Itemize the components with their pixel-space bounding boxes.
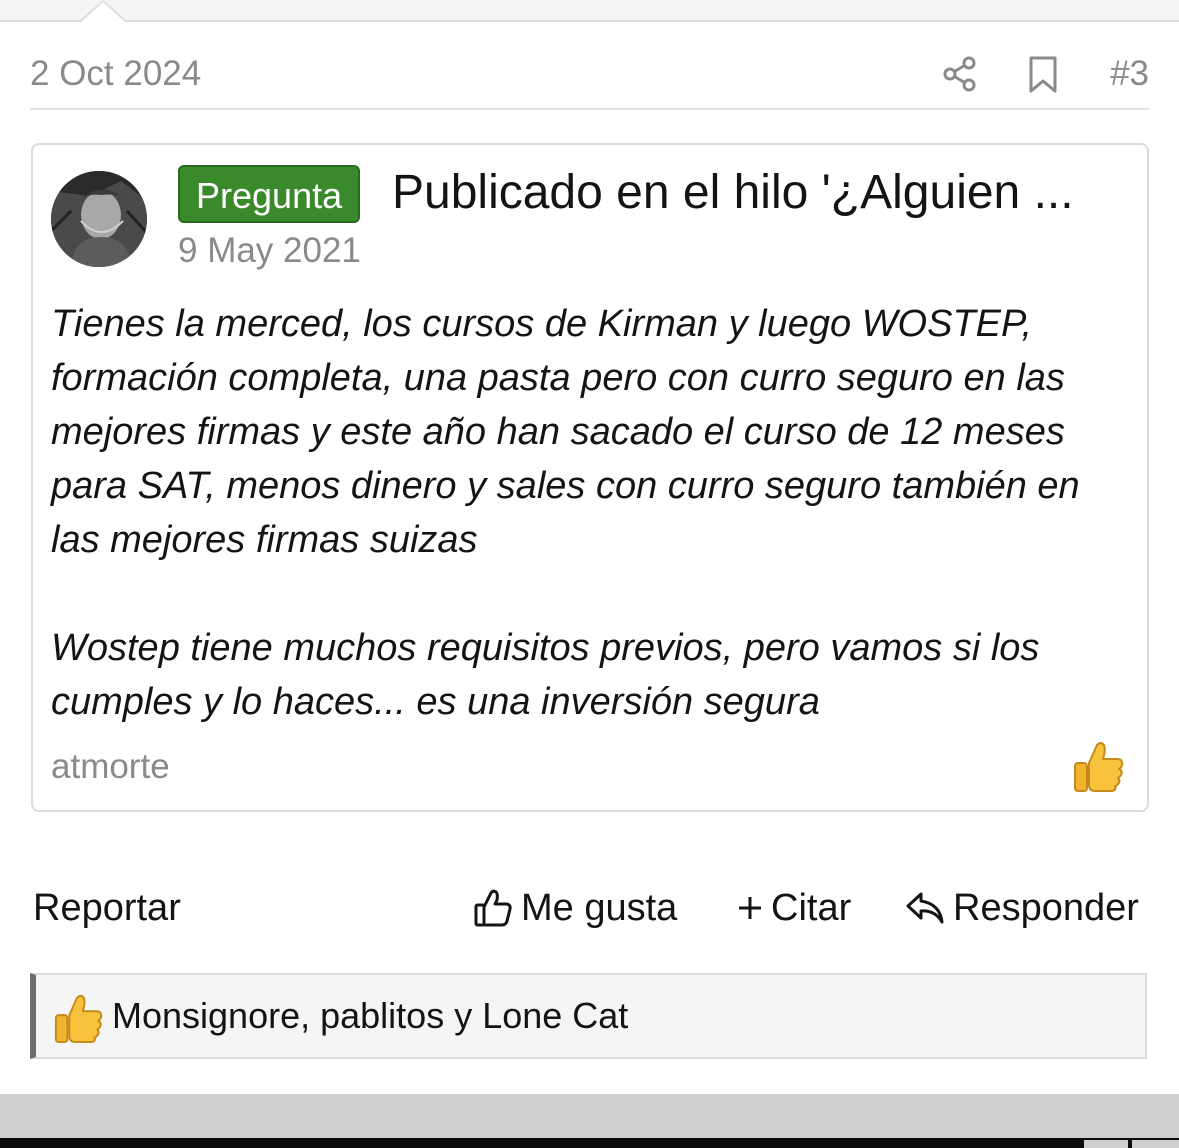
quote-title[interactable]: Publicado en el hilo '¿Alguien ...	[392, 163, 1132, 223]
top-strip	[0, 0, 1179, 22]
report-button[interactable]: Reportar	[33, 880, 181, 936]
quote-paragraph: Tienes la merced, los cursos de Kirman y…	[51, 303, 1080, 561]
like-button[interactable]: Me gusta	[473, 880, 677, 936]
quote-date: 9 May 2021	[178, 231, 361, 270]
post-date[interactable]: 2 Oct 2024	[30, 54, 201, 94]
quote-card: Pregunta Publicado en el hilo '¿Alguien …	[31, 143, 1149, 812]
reply-button[interactable]: Responder	[905, 880, 1139, 936]
thumbs-up-icon[interactable]	[1071, 739, 1125, 793]
post-header: 2 Oct 2024 #3	[30, 50, 1149, 110]
bottom-edge-segment	[1132, 1140, 1179, 1148]
post-number[interactable]: #3	[1110, 54, 1149, 94]
share-icon[interactable]	[942, 56, 978, 92]
report-label: Reportar	[33, 886, 181, 929]
bookmark-icon[interactable]	[1026, 56, 1060, 94]
quote-body: Tienes la merced, los cursos de Kirman y…	[51, 297, 1131, 729]
likes-summary[interactable]: Monsignore, pablitos y Lone Cat	[30, 973, 1147, 1059]
thumbs-up-icon	[52, 992, 104, 1044]
quote-paragraph: Wostep tiene muchos requisitos previos, …	[51, 627, 1040, 723]
like-label: Me gusta	[521, 886, 678, 929]
reply-icon	[906, 892, 944, 924]
reply-label: Responder	[953, 886, 1139, 929]
quote-button[interactable]: Citar	[737, 880, 851, 936]
plus-icon	[739, 897, 761, 919]
quote-author[interactable]: atmorte	[51, 747, 170, 787]
top-notch	[78, 0, 128, 23]
likes-text[interactable]: Monsignore, pablitos y Lone Cat	[112, 995, 628, 1037]
bottom-edge-segment	[1084, 1140, 1128, 1148]
question-badge[interactable]: Pregunta	[178, 165, 361, 223]
thumbs-up-icon	[474, 889, 512, 927]
quote-label: Citar	[771, 886, 852, 929]
post-actions: Reportar Me gusta Citar Responder	[33, 880, 1147, 936]
avatar[interactable]	[51, 171, 147, 267]
bottom-edge	[0, 1138, 1179, 1148]
